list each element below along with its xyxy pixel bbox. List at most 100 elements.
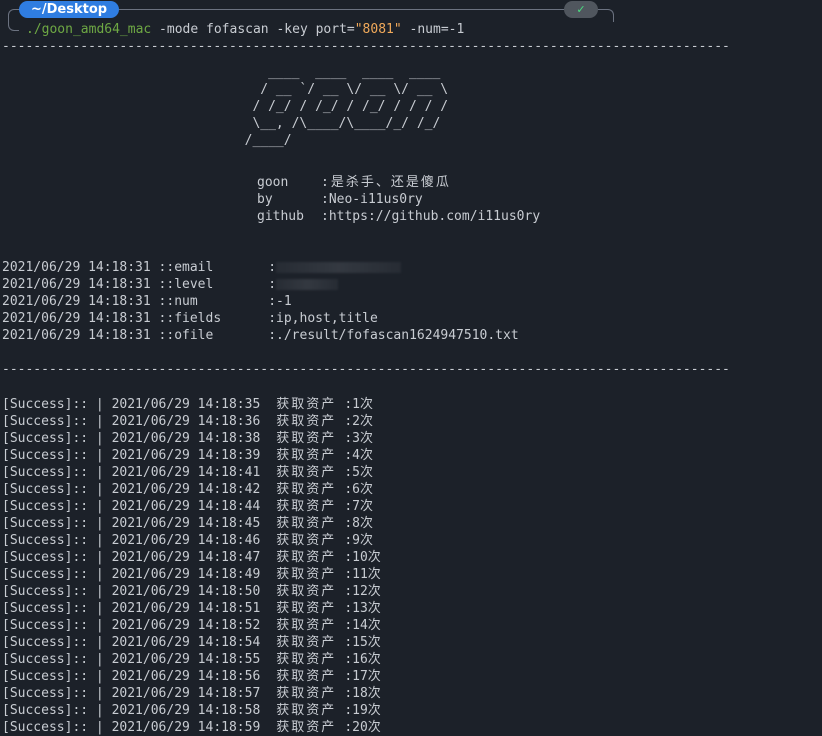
config-row: 2021/06/29 14:18:31 ::ofile:./result/fof… xyxy=(2,328,519,343)
result-count: :14次 xyxy=(344,618,381,633)
result-count: :18次 xyxy=(344,686,381,701)
config-key: level xyxy=(174,277,214,292)
result-row: [Success]:: | 2021/06/29 14:18:38 获取资产 :3次 xyxy=(2,430,373,447)
result-label: 获取资产 xyxy=(276,584,337,599)
config-row: 2021/06/29 14:18:31 ::fields:ip,host,tit… xyxy=(2,311,378,326)
result-count: :13次 xyxy=(344,601,381,616)
result-prefix: [Success]:: | xyxy=(2,516,112,531)
config-time: 2021/06/29 14:18:31 xyxy=(2,311,151,326)
banner-line: / __ `/ __ \/ __ \/ __ \ xyxy=(2,82,449,97)
result-prefix: [Success]:: | xyxy=(2,567,112,582)
result-row: [Success]:: | 2021/06/29 14:18:49 获取资产 :11… xyxy=(2,566,381,583)
result-time: 2021/06/29 14:18:44 xyxy=(111,499,261,514)
result-count: :6次 xyxy=(344,482,373,497)
result-time: 2021/06/29 14:18:42 xyxy=(111,482,261,497)
config-time: 2021/06/29 14:18:31 xyxy=(2,328,151,343)
result-row: [Success]:: | 2021/06/29 14:18:52 获取资产:14… xyxy=(2,617,381,634)
result-count: :11次 xyxy=(344,567,381,582)
result-prefix: [Success]:: | xyxy=(2,448,112,463)
result-prefix: [Success]:: | xyxy=(2,669,112,684)
result-count: :10次 xyxy=(344,550,381,565)
result-label: 获取资产 xyxy=(276,567,337,582)
result-prefix: [Success]:: | xyxy=(2,414,112,429)
result-row: [Success]:: | 2021/06/29 14:18:51 获取资产:13… xyxy=(2,600,381,617)
result-row: [Success]:: | 2021/06/29 14:18:56 获取资产:17… xyxy=(2,668,381,685)
command-quoted-value: "8081" xyxy=(354,22,402,37)
result-count: :3次 xyxy=(344,431,373,446)
result-time: 2021/06/29 14:18:58 xyxy=(111,703,261,718)
divider-middle: ----------------------------------------… xyxy=(2,362,730,377)
result-row: [Success]:: | 2021/06/29 14:18:39 获取资产 :4次 xyxy=(2,447,373,464)
about-key: github xyxy=(257,209,304,224)
result-label: 获取资产 xyxy=(276,720,337,735)
result-count: :4次 xyxy=(344,448,373,463)
result-time: 2021/06/29 14:18:57 xyxy=(111,686,261,701)
result-time: 2021/06/29 14:18:59 xyxy=(111,720,261,735)
result-count: :15次 xyxy=(344,635,381,650)
result-prefix: [Success]:: | xyxy=(2,720,112,735)
result-row: [Success]:: | 2021/06/29 14:18:41 获取资产:5次 xyxy=(2,464,373,481)
about-value: :https://github.com/i11us0ry xyxy=(321,209,541,224)
result-prefix: [Success]:: | xyxy=(2,601,112,616)
redacted-value xyxy=(276,279,339,290)
result-label: 获取资产 xyxy=(276,448,337,463)
result-time: 2021/06/29 14:18:38 xyxy=(111,431,261,446)
prompt-corner xyxy=(8,21,19,31)
config-value: :ip,host,title xyxy=(268,311,378,326)
result-prefix: [Success]:: | xyxy=(2,431,112,446)
banner-line: / /_/ / /_/ / /_/ / / / / xyxy=(2,99,449,114)
config-value: : xyxy=(268,260,277,275)
about-key: goon xyxy=(257,175,289,190)
about-value: :是杀手、还是傻瓜 xyxy=(321,175,451,190)
result-time: 2021/06/29 14:18:54 xyxy=(111,635,261,650)
result-prefix: [Success]:: | xyxy=(2,686,112,701)
config-row: 2021/06/29 14:18:31 ::num:-1 xyxy=(2,294,292,309)
result-row: [Success]:: | 2021/06/29 14:18:35 获取资产:1次 xyxy=(2,396,373,413)
result-time: 2021/06/29 14:18:49 xyxy=(111,567,261,582)
config-row: 2021/06/29 14:18:31 ::level: xyxy=(2,276,339,293)
result-time: 2021/06/29 14:18:45 xyxy=(111,516,261,531)
config-key: fields xyxy=(174,311,222,326)
result-row: [Success]:: | 2021/06/29 14:18:58 获取资产:19… xyxy=(2,702,381,719)
result-row: [Success]:: | 2021/06/29 14:18:46 获取资产:9次 xyxy=(2,532,373,549)
command-line[interactable]: ./goon_amd64_mac -mode fofascan -key por… xyxy=(26,21,464,38)
result-prefix: [Success]:: | xyxy=(2,465,112,480)
result-label: 获取资产 xyxy=(276,652,337,667)
result-count: :19次 xyxy=(344,703,381,718)
result-time: 2021/06/29 14:18:52 xyxy=(111,618,261,633)
result-count: :20次 xyxy=(344,720,381,735)
about-row: by:Neo-i11us0ry xyxy=(257,191,423,208)
config-time: 2021/06/29 14:18:31 xyxy=(2,277,151,292)
config-value: :-1 xyxy=(268,294,292,309)
about-row: goon :是杀手、还是傻瓜 xyxy=(257,174,451,191)
command-args-tail: -num=-1 xyxy=(401,22,465,37)
banner-line: /____/ xyxy=(2,133,449,148)
result-time: 2021/06/29 14:18:35 xyxy=(111,397,261,412)
result-label: 获取资产 xyxy=(276,601,337,616)
result-time: 2021/06/29 14:18:39 xyxy=(111,448,261,463)
result-label: 获取资产 xyxy=(276,635,337,650)
result-prefix: [Success]:: | xyxy=(2,499,112,514)
result-label: 获取资产 xyxy=(276,431,337,446)
config-key: email xyxy=(174,260,214,275)
result-prefix: [Success]:: | xyxy=(2,652,112,667)
result-label: 获取资产 xyxy=(276,499,337,514)
result-row: [Success]:: | 2021/06/29 14:18:47 获取资产:10… xyxy=(2,549,381,566)
result-time: 2021/06/29 14:18:46 xyxy=(111,533,261,548)
result-count: :2次 xyxy=(344,414,373,429)
result-label: 获取资产 xyxy=(276,482,337,497)
config-value: : xyxy=(268,277,277,292)
result-row: [Success]:: | 2021/06/29 14:18:45 获取资产:8次 xyxy=(2,515,373,532)
result-row: [Success]:: | 2021/06/29 14:18:36 获取资产:2次 xyxy=(2,413,373,430)
result-label: 获取资产 xyxy=(276,533,337,548)
result-prefix: [Success]:: | xyxy=(2,635,112,650)
result-row: [Success]:: | 2021/06/29 14:18:50 获取资产:12… xyxy=(2,583,381,600)
config-key: ofile xyxy=(174,328,214,343)
result-time: 2021/06/29 14:18:50 xyxy=(111,584,261,599)
result-count: :16次 xyxy=(344,652,381,667)
about-row: github :https://github.com/i11us0ry xyxy=(257,208,540,225)
config-time: 2021/06/29 14:18:31 xyxy=(2,294,151,309)
result-prefix: [Success]:: | xyxy=(2,482,112,497)
result-row: [Success]:: | 2021/06/29 14:18:44 获取资产:7次 xyxy=(2,498,373,515)
result-prefix: [Success]:: | xyxy=(2,550,112,565)
